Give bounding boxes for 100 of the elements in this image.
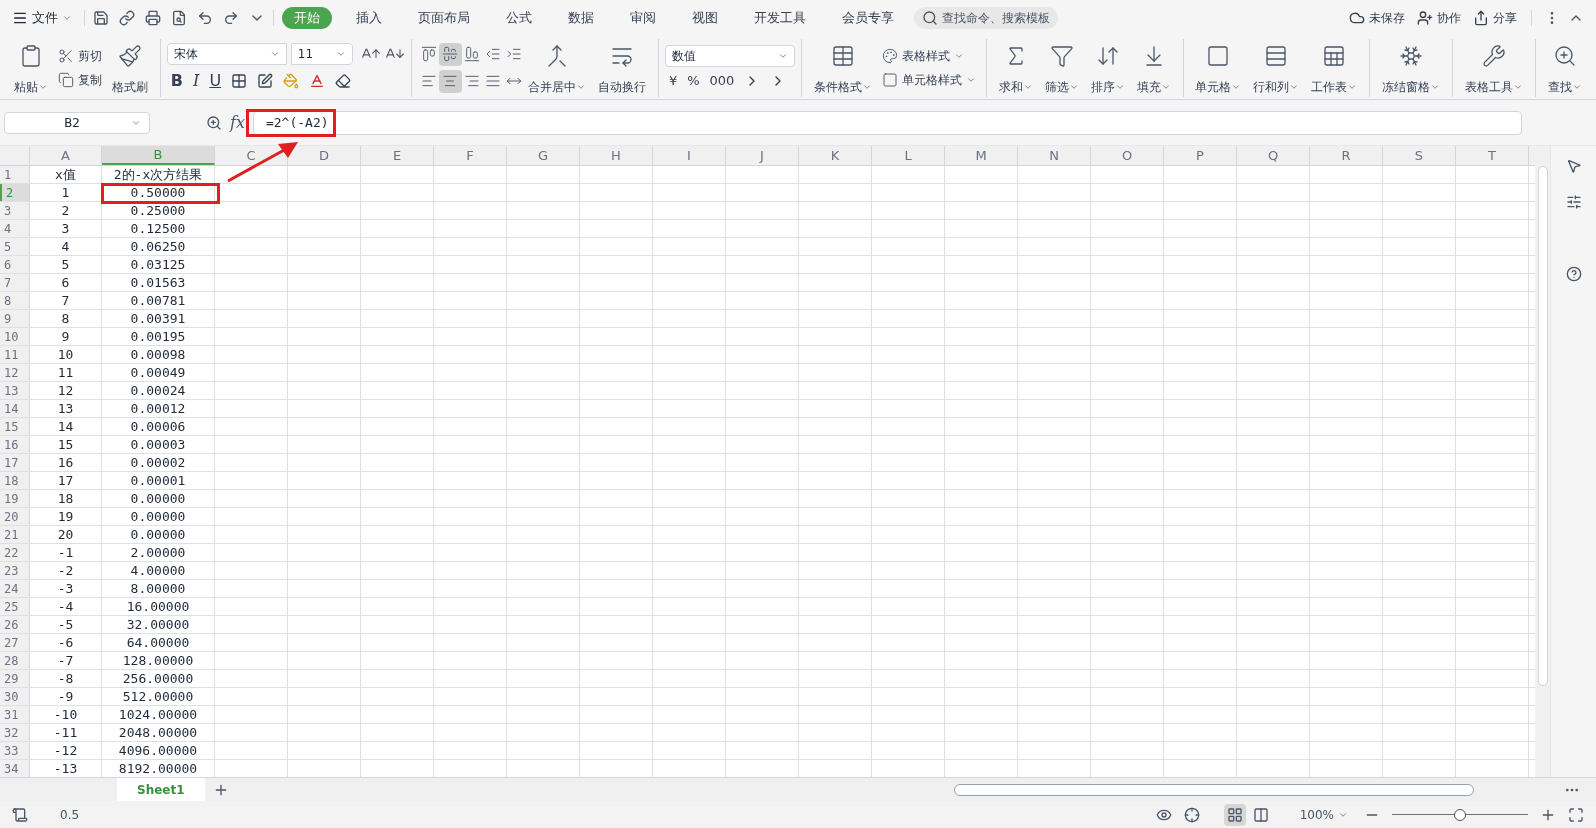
bold-button[interactable]: B bbox=[170, 68, 184, 93]
column-header[interactable]: S bbox=[1383, 146, 1456, 165]
horizontal-scrollbar[interactable] bbox=[954, 783, 1474, 796]
merge-center-button[interactable]: 合并居中 bbox=[522, 39, 593, 96]
slider-thumb[interactable] bbox=[1454, 808, 1466, 821]
conditional-format-button[interactable]: 条件格式 bbox=[807, 39, 878, 96]
font-name-field[interactable]: 宋体 bbox=[166, 42, 287, 65]
ribbon-tab[interactable]: 数据 bbox=[556, 7, 606, 29]
save-icon[interactable] bbox=[93, 10, 109, 26]
vertical-scrollbar[interactable] bbox=[1535, 146, 1550, 777]
macro-icon[interactable] bbox=[12, 806, 28, 823]
zoom-icon[interactable] bbox=[206, 114, 222, 131]
cell-style-icon[interactable] bbox=[257, 72, 274, 89]
collaborate-button[interactable]: 协作 bbox=[1411, 9, 1467, 27]
row-header[interactable]: 17 bbox=[0, 454, 30, 471]
column-header[interactable]: K bbox=[799, 146, 872, 165]
column-header[interactable]: B bbox=[102, 146, 215, 165]
row-header[interactable]: 16 bbox=[0, 436, 30, 453]
undo-icon[interactable] bbox=[197, 10, 213, 26]
column-header[interactable]: Q bbox=[1237, 146, 1310, 165]
copy-button[interactable]: 复制 bbox=[54, 67, 106, 92]
cursor-icon[interactable] bbox=[1565, 158, 1582, 174]
alignment-button[interactable] bbox=[438, 69, 462, 93]
column-header[interactable]: F bbox=[434, 146, 507, 165]
freeze-button[interactable]: 冻结窗格 bbox=[1376, 39, 1447, 96]
print-icon[interactable] bbox=[145, 10, 161, 26]
column-header[interactable]: T bbox=[1456, 146, 1529, 165]
row-header[interactable]: 28 bbox=[0, 652, 30, 669]
row-header[interactable]: 11 bbox=[0, 346, 30, 363]
border-icon[interactable] bbox=[231, 72, 248, 89]
ribbon-tab[interactable]: 公式 bbox=[494, 7, 544, 29]
row-header[interactable]: 30 bbox=[0, 688, 30, 705]
fill-color-icon[interactable] bbox=[283, 72, 300, 89]
column-header[interactable]: H bbox=[580, 146, 653, 165]
row-header[interactable]: 5 bbox=[0, 238, 30, 255]
row-header[interactable]: 31 bbox=[0, 706, 30, 723]
ribbon-tab[interactable]: 插入 bbox=[344, 7, 394, 29]
sum-button[interactable]: 求和 bbox=[992, 39, 1039, 96]
table-tools-button[interactable]: 表格工具 bbox=[1459, 39, 1530, 96]
sheet-tab[interactable]: Sheet1 bbox=[117, 778, 205, 801]
paste-button[interactable]: 粘贴 bbox=[8, 39, 54, 96]
row-header[interactable]: 32 bbox=[0, 724, 30, 741]
column-header[interactable]: L bbox=[872, 146, 945, 165]
cut-button[interactable]: 剪切 bbox=[54, 43, 106, 68]
row-header[interactable]: 13 bbox=[0, 382, 30, 399]
column-header[interactable]: I bbox=[653, 146, 726, 165]
ribbon-tab[interactable]: 会员专享 bbox=[830, 7, 906, 29]
ribbon-tab[interactable]: 开始 bbox=[282, 7, 332, 29]
format-painter-button[interactable]: 格式刷 bbox=[106, 39, 154, 96]
row-header[interactable]: 14 bbox=[0, 400, 30, 417]
column-header[interactable]: R bbox=[1310, 146, 1383, 165]
column-header[interactable]: G bbox=[507, 146, 580, 165]
ribbon-tab[interactable]: 开发工具 bbox=[742, 7, 818, 29]
currency-button[interactable]: ¥ bbox=[668, 70, 678, 91]
ribbon-tab[interactable]: 页面布局 bbox=[406, 7, 482, 29]
row-header[interactable]: 12 bbox=[0, 364, 30, 381]
row-header[interactable]: 22 bbox=[0, 544, 30, 561]
crosshair-icon[interactable] bbox=[1183, 806, 1200, 823]
row-header[interactable]: 19 bbox=[0, 490, 30, 507]
wrap-text-button[interactable]: 自动换行 bbox=[592, 39, 653, 96]
sliders-icon[interactable] bbox=[1565, 194, 1582, 210]
percent-button[interactable]: % bbox=[687, 70, 700, 91]
row-header[interactable]: 29 bbox=[0, 670, 30, 687]
file-menu[interactable]: 文件 bbox=[8, 8, 76, 28]
zoom-dropdown[interactable]: 100% bbox=[1299, 805, 1348, 824]
row-column-button[interactable]: 行和列 bbox=[1247, 39, 1306, 96]
fill-button[interactable]: 填充 bbox=[1130, 39, 1177, 96]
row-header[interactable]: 4 bbox=[0, 220, 30, 237]
help-icon[interactable] bbox=[1565, 266, 1582, 282]
table-style-button[interactable]: 表格样式 bbox=[877, 43, 980, 68]
column-header[interactable]: M bbox=[945, 146, 1018, 165]
font-size-field[interactable]: 11 bbox=[290, 42, 353, 65]
eraser-icon[interactable] bbox=[335, 72, 352, 89]
filter-button[interactable]: 筛选 bbox=[1038, 39, 1085, 96]
link-icon[interactable] bbox=[119, 10, 135, 26]
formula-field[interactable]: =2^(-A2) bbox=[252, 110, 1522, 135]
row-header[interactable]: 21 bbox=[0, 526, 30, 543]
row-header[interactable]: 25 bbox=[0, 598, 30, 615]
row-header[interactable]: 23 bbox=[0, 562, 30, 579]
fullscreen-icon[interactable] bbox=[1568, 806, 1584, 823]
search-field[interactable]: 查找命令、搜索模板 bbox=[914, 7, 1058, 29]
row-header[interactable]: 2 bbox=[0, 184, 30, 201]
row-header[interactable]: 9 bbox=[0, 310, 30, 327]
sort-button[interactable]: 排序 bbox=[1084, 39, 1131, 96]
font-color-icon[interactable] bbox=[309, 72, 326, 89]
row-header[interactable]: 18 bbox=[0, 472, 30, 489]
row-header[interactable]: 27 bbox=[0, 634, 30, 651]
column-header[interactable]: E bbox=[361, 146, 434, 165]
zoom-slider[interactable] bbox=[1392, 808, 1528, 821]
row-header[interactable]: 26 bbox=[0, 616, 30, 633]
normal-view-button[interactable] bbox=[1223, 803, 1246, 826]
row-header[interactable]: 10 bbox=[0, 328, 30, 345]
worksheet-button[interactable]: 工作表 bbox=[1305, 39, 1364, 96]
italic-button[interactable]: I bbox=[193, 68, 200, 93]
find-button[interactable]: 查找 bbox=[1541, 39, 1588, 96]
redo-icon[interactable] bbox=[223, 10, 239, 26]
ribbon-tab[interactable]: 视图 bbox=[680, 7, 730, 29]
name-box[interactable]: B2 bbox=[4, 111, 150, 134]
row-header[interactable]: 34 bbox=[0, 760, 30, 777]
cell-button[interactable]: 单元格 bbox=[1189, 39, 1248, 96]
